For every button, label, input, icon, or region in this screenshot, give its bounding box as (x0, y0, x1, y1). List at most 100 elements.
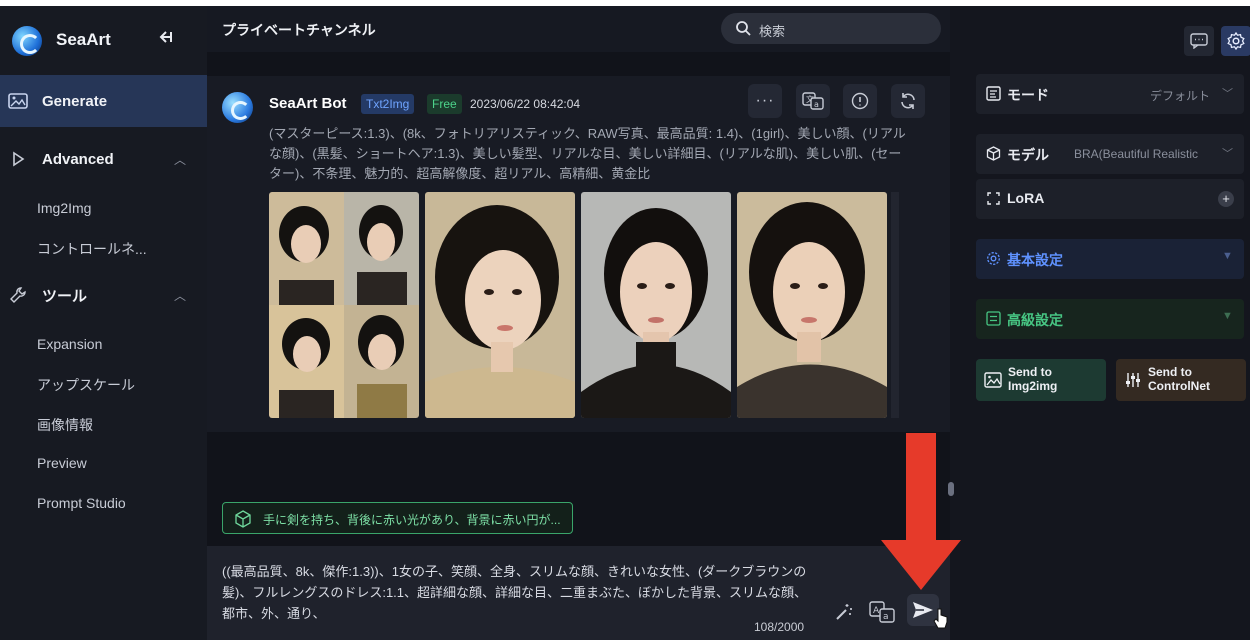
play-icon (8, 149, 28, 169)
sidebar-subitem-prompt-studio[interactable]: Prompt Studio (37, 495, 126, 511)
refresh-icon (901, 93, 915, 109)
sidebar-subitem-expansion[interactable]: Expansion (37, 336, 102, 352)
sidebar-item-label: ツール (42, 287, 88, 305)
send-to-line: Send to (1008, 365, 1052, 379)
dice-icon (235, 510, 251, 528)
collapse-sidebar-button[interactable] (156, 28, 174, 51)
sidebar-item-label: Advanced (42, 150, 114, 168)
add-lora-icon[interactable]: + (1218, 191, 1234, 207)
advanced-settings-label: 高級設定 (1007, 312, 1063, 328)
sidebar-subitem-preview[interactable]: Preview (37, 455, 87, 471)
sidebar-item-tools[interactable]: ツール ︿ (0, 269, 207, 321)
search-input[interactable]: 検索 (721, 13, 941, 44)
translate-prompt-button[interactable]: Aa (867, 598, 897, 626)
seaart-logo-icon (12, 26, 42, 56)
chat-area: プライベートチャンネル 検索 SeaArt Bot Txt2Img Free 2… (207, 6, 950, 640)
prompt-text: (マスターピース:1.3)、(8k、フォトリアリスティック、RAW写真、最高品質… (269, 126, 906, 181)
bot-message: SeaArt Bot Txt2Img Free 2023/06/22 08:42… (207, 76, 950, 432)
send-target-line: ControlNet (1148, 379, 1210, 393)
prompt-input[interactable]: ((最高品質、8k、傑作:1.3))、1女の子、笑顔、全身、スリムな顔、きれいな… (222, 561, 812, 624)
caret-down-icon: ▼ (1222, 310, 1233, 322)
mode-label: モード (1007, 87, 1049, 103)
sidebar: SeaArt Generate Advanced ︿ Img2Img コントロー… (0, 6, 207, 640)
info-icon (851, 92, 869, 110)
chat-scrollbar[interactable] (948, 482, 954, 496)
send-target-line: Img2img (1008, 379, 1058, 393)
brand-name: SeaArt (56, 30, 111, 49)
chat-toggle-button[interactable] (1184, 26, 1214, 56)
send-to-img2img-label: Send to Img2img (1008, 365, 1098, 393)
expand-icon (987, 192, 1000, 205)
wrench-icon (8, 285, 28, 305)
sidebar-item-generate[interactable]: Generate (0, 75, 207, 127)
model-selector[interactable]: モデル BRA(Beautiful Realistic ﹀ (976, 134, 1244, 174)
portrait-image-3 (737, 192, 887, 418)
generated-image-3[interactable] (737, 192, 887, 418)
basic-settings-section[interactable]: 基本設定 ▼ (976, 239, 1244, 279)
sidebar-subitem-img2img[interactable]: Img2Img (37, 200, 91, 216)
model-value: BRA(Beautiful Realistic (1074, 147, 1199, 161)
lora-section[interactable]: LoRA + (976, 179, 1244, 219)
magic-wand-button[interactable] (829, 598, 859, 626)
search-icon (736, 21, 751, 36)
mode-selector[interactable]: モード デフォルト ﹀ (976, 74, 1244, 114)
generated-image-1[interactable] (425, 192, 575, 418)
annotation-arrow-head (881, 540, 961, 590)
prompt-suggestion-button[interactable]: 手に剣を持ち、背後に赤い光があり、背景に赤い円が... (222, 502, 573, 534)
svg-text:A: A (873, 606, 880, 616)
message-timestamp: 2023/06/22 08:42:04 (470, 97, 581, 111)
annotation-arrow-shaft (906, 433, 936, 543)
portrait-image-2 (581, 192, 731, 418)
chat-icon (1190, 33, 1208, 49)
portrait-grid-image (269, 192, 419, 418)
translate-icon: 文a (802, 92, 824, 110)
generated-image-grid[interactable] (269, 192, 419, 418)
bot-name: SeaArt Bot (269, 95, 347, 112)
settings-panel: モード デフォルト ﹀ モデル BRA(Beautiful Realistic … (956, 6, 1250, 640)
sidebar-subitem-image-info[interactable]: 画像情報 (37, 415, 93, 435)
send-to-controlnet-button[interactable]: Send to ControlNet (1116, 359, 1246, 401)
sidebar-subitem-controlnet[interactable]: コントロールネ... (37, 239, 147, 259)
sliders-icon (986, 311, 1001, 326)
sidebar-item-advanced[interactable]: Advanced ︿ (0, 133, 207, 185)
character-counter: 108/2000 (754, 620, 805, 634)
svg-text:a: a (814, 100, 819, 109)
mode-badge: Txt2Img (361, 94, 415, 114)
channel-title: プライベートチャンネル (222, 22, 376, 38)
send-to-img2img-button[interactable]: Send to Img2img (976, 359, 1106, 401)
chevron-down-icon: ﹀ (1222, 148, 1233, 160)
send-to-controlnet-label: Send to ControlNet (1148, 365, 1238, 393)
settings-toggle-button[interactable] (1221, 26, 1250, 56)
sidebar-subitem-upscale[interactable]: アップスケール (37, 375, 135, 395)
avatar (222, 92, 253, 123)
prompt-composer[interactable]: ((最高品質、8k、傑作:1.3))、1女の子、笑顔、全身、スリムな顔、きれいな… (207, 546, 950, 640)
chevron-down-icon: ﹀ (1222, 88, 1233, 100)
more-button[interactable]: ··· (748, 84, 782, 118)
chevron-up-icon: ︿ (174, 152, 187, 167)
info-button[interactable] (843, 84, 877, 118)
more-icon: ··· (755, 92, 775, 109)
regenerate-button[interactable] (891, 84, 925, 118)
logo-row: SeaArt (0, 6, 207, 74)
collapse-arrow-icon (159, 31, 172, 43)
mouse-cursor-icon (933, 608, 948, 629)
basic-settings-label: 基本設定 (1007, 252, 1063, 268)
send-icon (913, 602, 933, 618)
gear-icon (987, 252, 1000, 265)
sidebar-item-label: Generate (42, 92, 108, 110)
translate-button[interactable]: 文a (796, 84, 830, 118)
search-placeholder: 検索 (759, 24, 786, 39)
advanced-settings-section[interactable]: 高級設定 ▼ (976, 299, 1244, 339)
image-strip-edge (891, 192, 899, 418)
model-label: モデル (1007, 147, 1049, 163)
generated-image-2[interactable] (581, 192, 731, 418)
magic-wand-icon (836, 604, 852, 620)
svg-text:a: a (883, 612, 889, 622)
send-to-line: Send to (1148, 365, 1192, 379)
channel-header: プライベートチャンネル 検索 (207, 6, 950, 52)
settings-gear-icon (1227, 32, 1245, 50)
translate-icon: Aa (869, 601, 895, 623)
cube-icon (986, 146, 1001, 161)
suggestion-text: 手に剣を持ち、背後に赤い光があり、背景に赤い円が... (263, 513, 561, 527)
portrait-image-1 (425, 192, 575, 418)
